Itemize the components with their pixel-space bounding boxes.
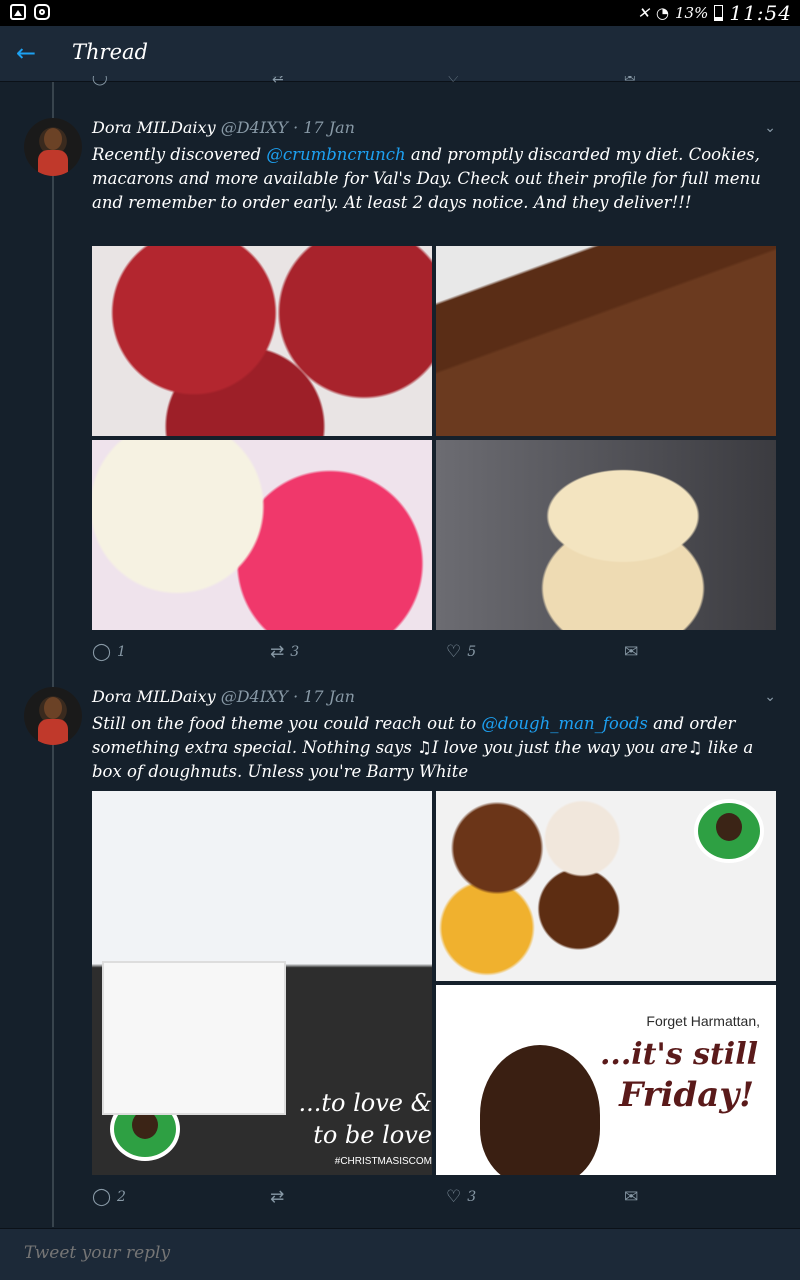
- like-button[interactable]: ♡ 5: [446, 642, 476, 662]
- retweet-button[interactable]: ⇄ 3: [270, 642, 299, 662]
- tweet-text: Recently discovered @crumbncrunch and pr…: [92, 143, 782, 215]
- tweet-text: Still on the food theme you could reach …: [92, 712, 782, 784]
- wifi-icon: ◔: [655, 4, 670, 22]
- retweet-icon[interactable]: ⇄: [272, 76, 284, 86]
- battery-percent: 13%: [675, 4, 709, 22]
- retweet-button[interactable]: ⇄: [270, 1187, 290, 1207]
- overlay-hashtag: #CHRISTMASISCOM: [334, 1156, 432, 1167]
- tweet-actions: ◯ 1 ⇄ 3 ♡ 5 ✉: [92, 642, 652, 664]
- image-macarons[interactable]: [92, 440, 432, 630]
- ad-text: ...it's still: [599, 1037, 758, 1072]
- like-icon: ♡: [446, 1187, 462, 1207]
- chevron-down-icon[interactable]: ⌄: [764, 689, 776, 705]
- gallery-icon: [10, 4, 26, 20]
- mention-link[interactable]: @dough_man_foods: [481, 714, 647, 733]
- back-arrow-icon[interactable]: ←: [16, 40, 42, 66]
- app-bar: ← Thread: [0, 26, 800, 82]
- mute-icon: ✕: [637, 4, 650, 22]
- tweet-header: Dora MILDaixy @D4IXY · 17 Jan: [92, 687, 355, 706]
- status-bar: ✕ ◔ 13% 11:54: [0, 0, 800, 26]
- page-title: Thread: [72, 40, 148, 64]
- reply-icon: ◯: [92, 642, 112, 662]
- tweet-header: Dora MILDaixy @D4IXY · 17 Jan: [92, 118, 355, 137]
- tweet-actions: ◯ 2 ⇄ ♡ 3 ✉: [92, 1187, 652, 1209]
- previous-tweet-actions: ◯ ⇄ ♡ ✉: [92, 76, 652, 90]
- author-name[interactable]: Dora MILDaixy: [92, 687, 216, 706]
- share-icon: ✉: [624, 642, 639, 662]
- avatar[interactable]: [24, 118, 82, 176]
- reply-bar: [0, 1228, 800, 1280]
- image-grid: [92, 246, 776, 630]
- retweet-icon: ⇄: [270, 1187, 285, 1207]
- like-count: 3: [467, 1189, 477, 1205]
- image-doughnuts-box[interactable]: [436, 791, 776, 981]
- reply-count: 1: [117, 644, 126, 660]
- retweet-icon: ⇄: [270, 642, 285, 662]
- share-icon: ✉: [624, 1187, 639, 1207]
- battery-icon: [714, 5, 724, 21]
- reply-icon: ◯: [92, 1187, 112, 1207]
- thread-line: [52, 82, 54, 1227]
- author-handle-date: @D4IXY · 17 Jan: [220, 687, 355, 706]
- person-graphic: [480, 1045, 600, 1175]
- image-couple-doughnuts[interactable]: ...to love & to be love #CHRISTMASISCOM: [92, 791, 432, 1175]
- like-icon: ♡: [446, 642, 462, 662]
- reply-icon[interactable]: ◯: [92, 76, 108, 86]
- image-red-velvet-cookies[interactable]: [92, 246, 432, 436]
- reply-button[interactable]: ◯ 2: [92, 1187, 126, 1207]
- share-icon[interactable]: ✉: [624, 76, 636, 86]
- image-grid: ...to love & to be love #CHRISTMASISCOM …: [92, 791, 776, 1175]
- image-stacked-cookies[interactable]: [436, 440, 776, 630]
- text-segment: Recently discovered: [92, 145, 267, 164]
- image-brownies[interactable]: [436, 246, 776, 436]
- dough-man-logo: [694, 799, 764, 863]
- like-icon[interactable]: ♡: [447, 76, 460, 86]
- author-name[interactable]: Dora MILDaixy: [92, 118, 216, 137]
- like-count: 5: [467, 644, 477, 660]
- ad-text: Forget Harmattan,: [646, 1013, 760, 1029]
- clock: 11:54: [729, 1, 792, 25]
- retweet-count: 3: [290, 644, 300, 660]
- text-segment: Still on the food theme you could reach …: [92, 714, 482, 733]
- author-handle-date: @D4IXY · 17 Jan: [220, 118, 355, 137]
- mention-link[interactable]: @crumbncrunch: [266, 145, 405, 164]
- like-button[interactable]: ♡ 3: [446, 1187, 476, 1207]
- reply-count: 2: [117, 1189, 126, 1205]
- instagram-icon: [34, 4, 50, 20]
- dough-man-logo: [110, 1097, 180, 1161]
- reply-input[interactable]: [24, 1243, 238, 1263]
- avatar[interactable]: [24, 687, 82, 745]
- chevron-down-icon[interactable]: ⌄: [764, 120, 776, 136]
- image-friday-ad[interactable]: Forget Harmattan, ...it's still Friday!: [436, 985, 776, 1175]
- share-button[interactable]: ✉: [624, 1187, 638, 1207]
- overlay-text: ...to love &: [298, 1089, 433, 1117]
- share-button[interactable]: ✉: [624, 642, 638, 662]
- overlay-text: to be love: [313, 1121, 432, 1149]
- ad-text: Friday!: [619, 1075, 754, 1115]
- reply-button[interactable]: ◯ 1: [92, 642, 126, 662]
